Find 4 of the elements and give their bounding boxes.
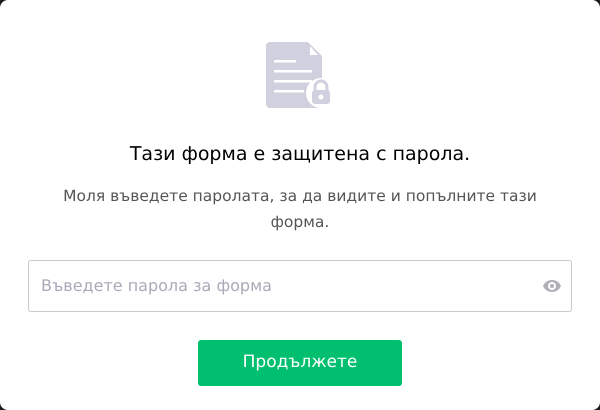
form-description: Моля въведете паролата, за да видите и попълните тази форма. <box>62 186 538 232</box>
form-title: Тази форма е защитена с парола. <box>130 142 470 167</box>
continue-button[interactable]: Продължете <box>198 340 402 386</box>
password-field[interactable]: Въведете парола за форма <box>28 260 572 312</box>
